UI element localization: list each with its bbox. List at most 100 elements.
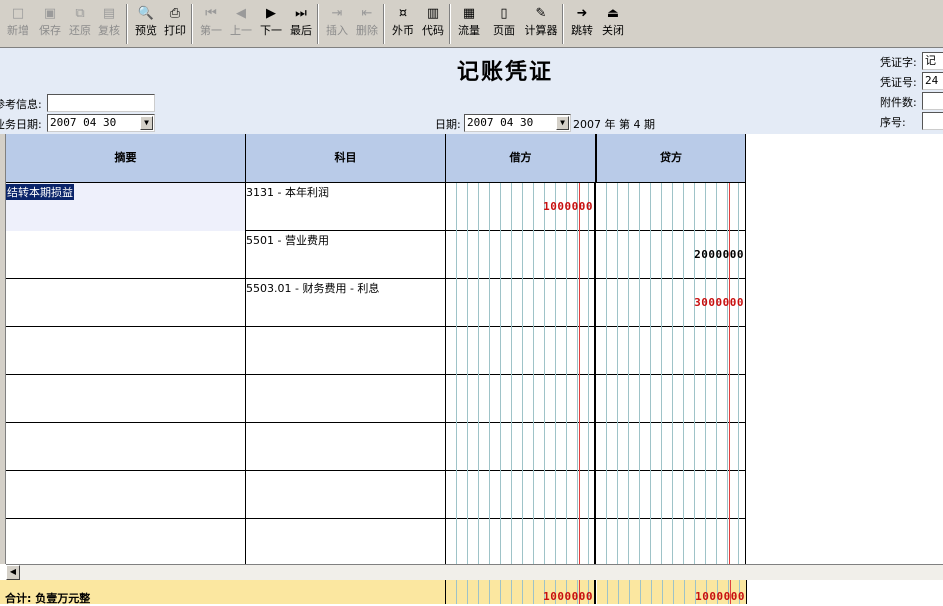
account-cell[interactable] xyxy=(246,423,446,471)
table-row[interactable]: 5503.01 - 财务费用 - 利息 3000000 xyxy=(6,279,746,327)
credit-cell[interactable] xyxy=(596,183,746,231)
insert-label: 插入 xyxy=(326,24,348,37)
toolbar-separator xyxy=(383,4,385,44)
summary-cell[interactable] xyxy=(6,471,246,519)
credit-cell[interactable] xyxy=(596,519,746,567)
restore-button[interactable]: ⧉ 还原 xyxy=(66,4,94,44)
ref-info-input[interactable] xyxy=(47,94,155,112)
account-cell[interactable] xyxy=(246,471,446,519)
debit-cell[interactable] xyxy=(446,375,596,423)
chevron-down-icon[interactable]: ▼ xyxy=(140,116,153,130)
decimal-divider xyxy=(729,471,730,519)
preview-label: 预览 xyxy=(135,24,157,37)
debit-cell[interactable] xyxy=(446,279,596,327)
summary-cell[interactable] xyxy=(6,231,246,279)
voucher-word-field[interactable]: 记 xyxy=(922,52,943,70)
save-button[interactable]: ▣ 保存 xyxy=(36,4,64,44)
print-icon: ⎙ xyxy=(169,6,181,21)
digit-gridlines xyxy=(596,375,745,423)
period-text: 2007 年 第 4 期 xyxy=(573,118,655,131)
delete-button[interactable]: ⇤ 删除 xyxy=(353,4,381,44)
account-cell[interactable] xyxy=(246,519,446,567)
toolbar-separator xyxy=(562,4,564,44)
seq-field[interactable] xyxy=(922,112,943,130)
toolbar-separator xyxy=(449,4,451,44)
calculator-button[interactable]: ✎ 计算器 xyxy=(521,4,561,44)
chevron-down-icon[interactable]: ▼ xyxy=(556,116,569,130)
voucher-no-field[interactable]: 24 xyxy=(922,72,943,90)
col-header-summary: 摘要 xyxy=(6,134,246,183)
table-row[interactable] xyxy=(6,519,746,567)
currency-icon: ¤ xyxy=(398,6,408,21)
table-row[interactable] xyxy=(6,471,746,519)
summary-cell[interactable] xyxy=(6,519,246,567)
close-label: 关闭 xyxy=(602,24,624,37)
summary-cell[interactable] xyxy=(6,375,246,423)
debit-cell[interactable] xyxy=(446,423,596,471)
first-button[interactable]: ⏮ 第一 xyxy=(197,4,225,44)
new-button[interactable]: □ 新增 xyxy=(4,4,32,44)
credit-cell[interactable] xyxy=(596,471,746,519)
table-row[interactable]: 结转本期损益 3131 - 本年利润 1000000 xyxy=(6,183,746,231)
total-label: 合计: 负壹万元整 xyxy=(0,580,446,605)
last-icon: ⏭ xyxy=(295,6,307,21)
account-cell[interactable] xyxy=(246,327,446,375)
delete-icon: ⇤ xyxy=(361,6,373,21)
attach-field[interactable] xyxy=(922,92,943,110)
page-button[interactable]: ▯ 页面 xyxy=(490,4,518,44)
scrollbar-track[interactable] xyxy=(20,565,943,580)
print-button[interactable]: ⎙ 打印 xyxy=(161,4,189,44)
currency-label: 外币 xyxy=(392,24,414,37)
restore-label: 还原 xyxy=(69,24,91,37)
next-button[interactable]: ▶ 下一 xyxy=(257,4,285,44)
debit-cell[interactable] xyxy=(446,327,596,375)
digit-gridlines xyxy=(596,519,745,567)
save-label: 保存 xyxy=(39,24,61,37)
summary-cell[interactable]: 结转本期损益 xyxy=(6,183,246,231)
date-picker[interactable]: 2007 04 30 ▼ xyxy=(464,114,571,132)
jump-button[interactable]: ➜ 跳转 xyxy=(568,4,596,44)
debit-cell[interactable] xyxy=(446,519,596,567)
table-row[interactable] xyxy=(6,327,746,375)
credit-cell[interactable]: 2000000 xyxy=(596,231,746,279)
credit-cell[interactable] xyxy=(596,375,746,423)
biz-date-picker[interactable]: 2007 04 30 ▼ xyxy=(47,114,155,132)
account-cell[interactable]: 5501 - 营业费用 xyxy=(246,231,446,279)
credit-amount: 2000000 xyxy=(694,248,744,261)
scroll-left-icon[interactable]: ◀ xyxy=(6,565,20,580)
currency-button[interactable]: ¤ 外币 xyxy=(389,4,417,44)
digit-gridlines xyxy=(596,183,745,231)
save-icon: ▣ xyxy=(43,6,57,21)
table-row[interactable] xyxy=(6,423,746,471)
table-row[interactable] xyxy=(6,375,746,423)
last-button[interactable]: ⏭ 最后 xyxy=(287,4,315,44)
digit-gridlines xyxy=(446,375,594,423)
debit-cell[interactable] xyxy=(446,231,596,279)
close-button[interactable]: ⏏ 关闭 xyxy=(599,4,627,44)
review-button[interactable]: ▤ 复核 xyxy=(95,4,123,44)
prev-button[interactable]: ◀ 上一 xyxy=(227,4,255,44)
horizontal-scrollbar[interactable]: ◀ xyxy=(6,564,943,580)
cashflow-button[interactable]: ▦ 流量 xyxy=(455,4,483,44)
summary-cell[interactable] xyxy=(6,279,246,327)
debit-cell[interactable]: 1000000 xyxy=(446,183,596,231)
insert-button[interactable]: ⇥ 插入 xyxy=(323,4,351,44)
calculator-label: 计算器 xyxy=(524,24,558,37)
summary-cell[interactable] xyxy=(6,423,246,471)
account-cell[interactable]: 5503.01 - 财务费用 - 利息 xyxy=(246,279,446,327)
credit-cell[interactable]: 3000000 xyxy=(596,279,746,327)
code-button[interactable]: ▥ 代码 xyxy=(419,4,447,44)
code-icon: ▥ xyxy=(426,6,440,21)
summary-cell[interactable] xyxy=(6,327,246,375)
col-header-credit: 贷方 xyxy=(597,134,746,183)
col-header-debit: 借方 xyxy=(446,134,597,183)
debit-cell[interactable] xyxy=(446,471,596,519)
preview-button[interactable]: 🔍 预览 xyxy=(132,4,160,44)
account-cell[interactable]: 3131 - 本年利润 xyxy=(246,183,446,231)
credit-cell[interactable] xyxy=(596,423,746,471)
table-row[interactable]: 5501 - 营业费用 2000000 xyxy=(6,231,746,279)
credit-cell[interactable] xyxy=(596,327,746,375)
decimal-divider xyxy=(579,279,580,327)
toolbar-separator xyxy=(317,4,319,44)
account-cell[interactable] xyxy=(246,375,446,423)
